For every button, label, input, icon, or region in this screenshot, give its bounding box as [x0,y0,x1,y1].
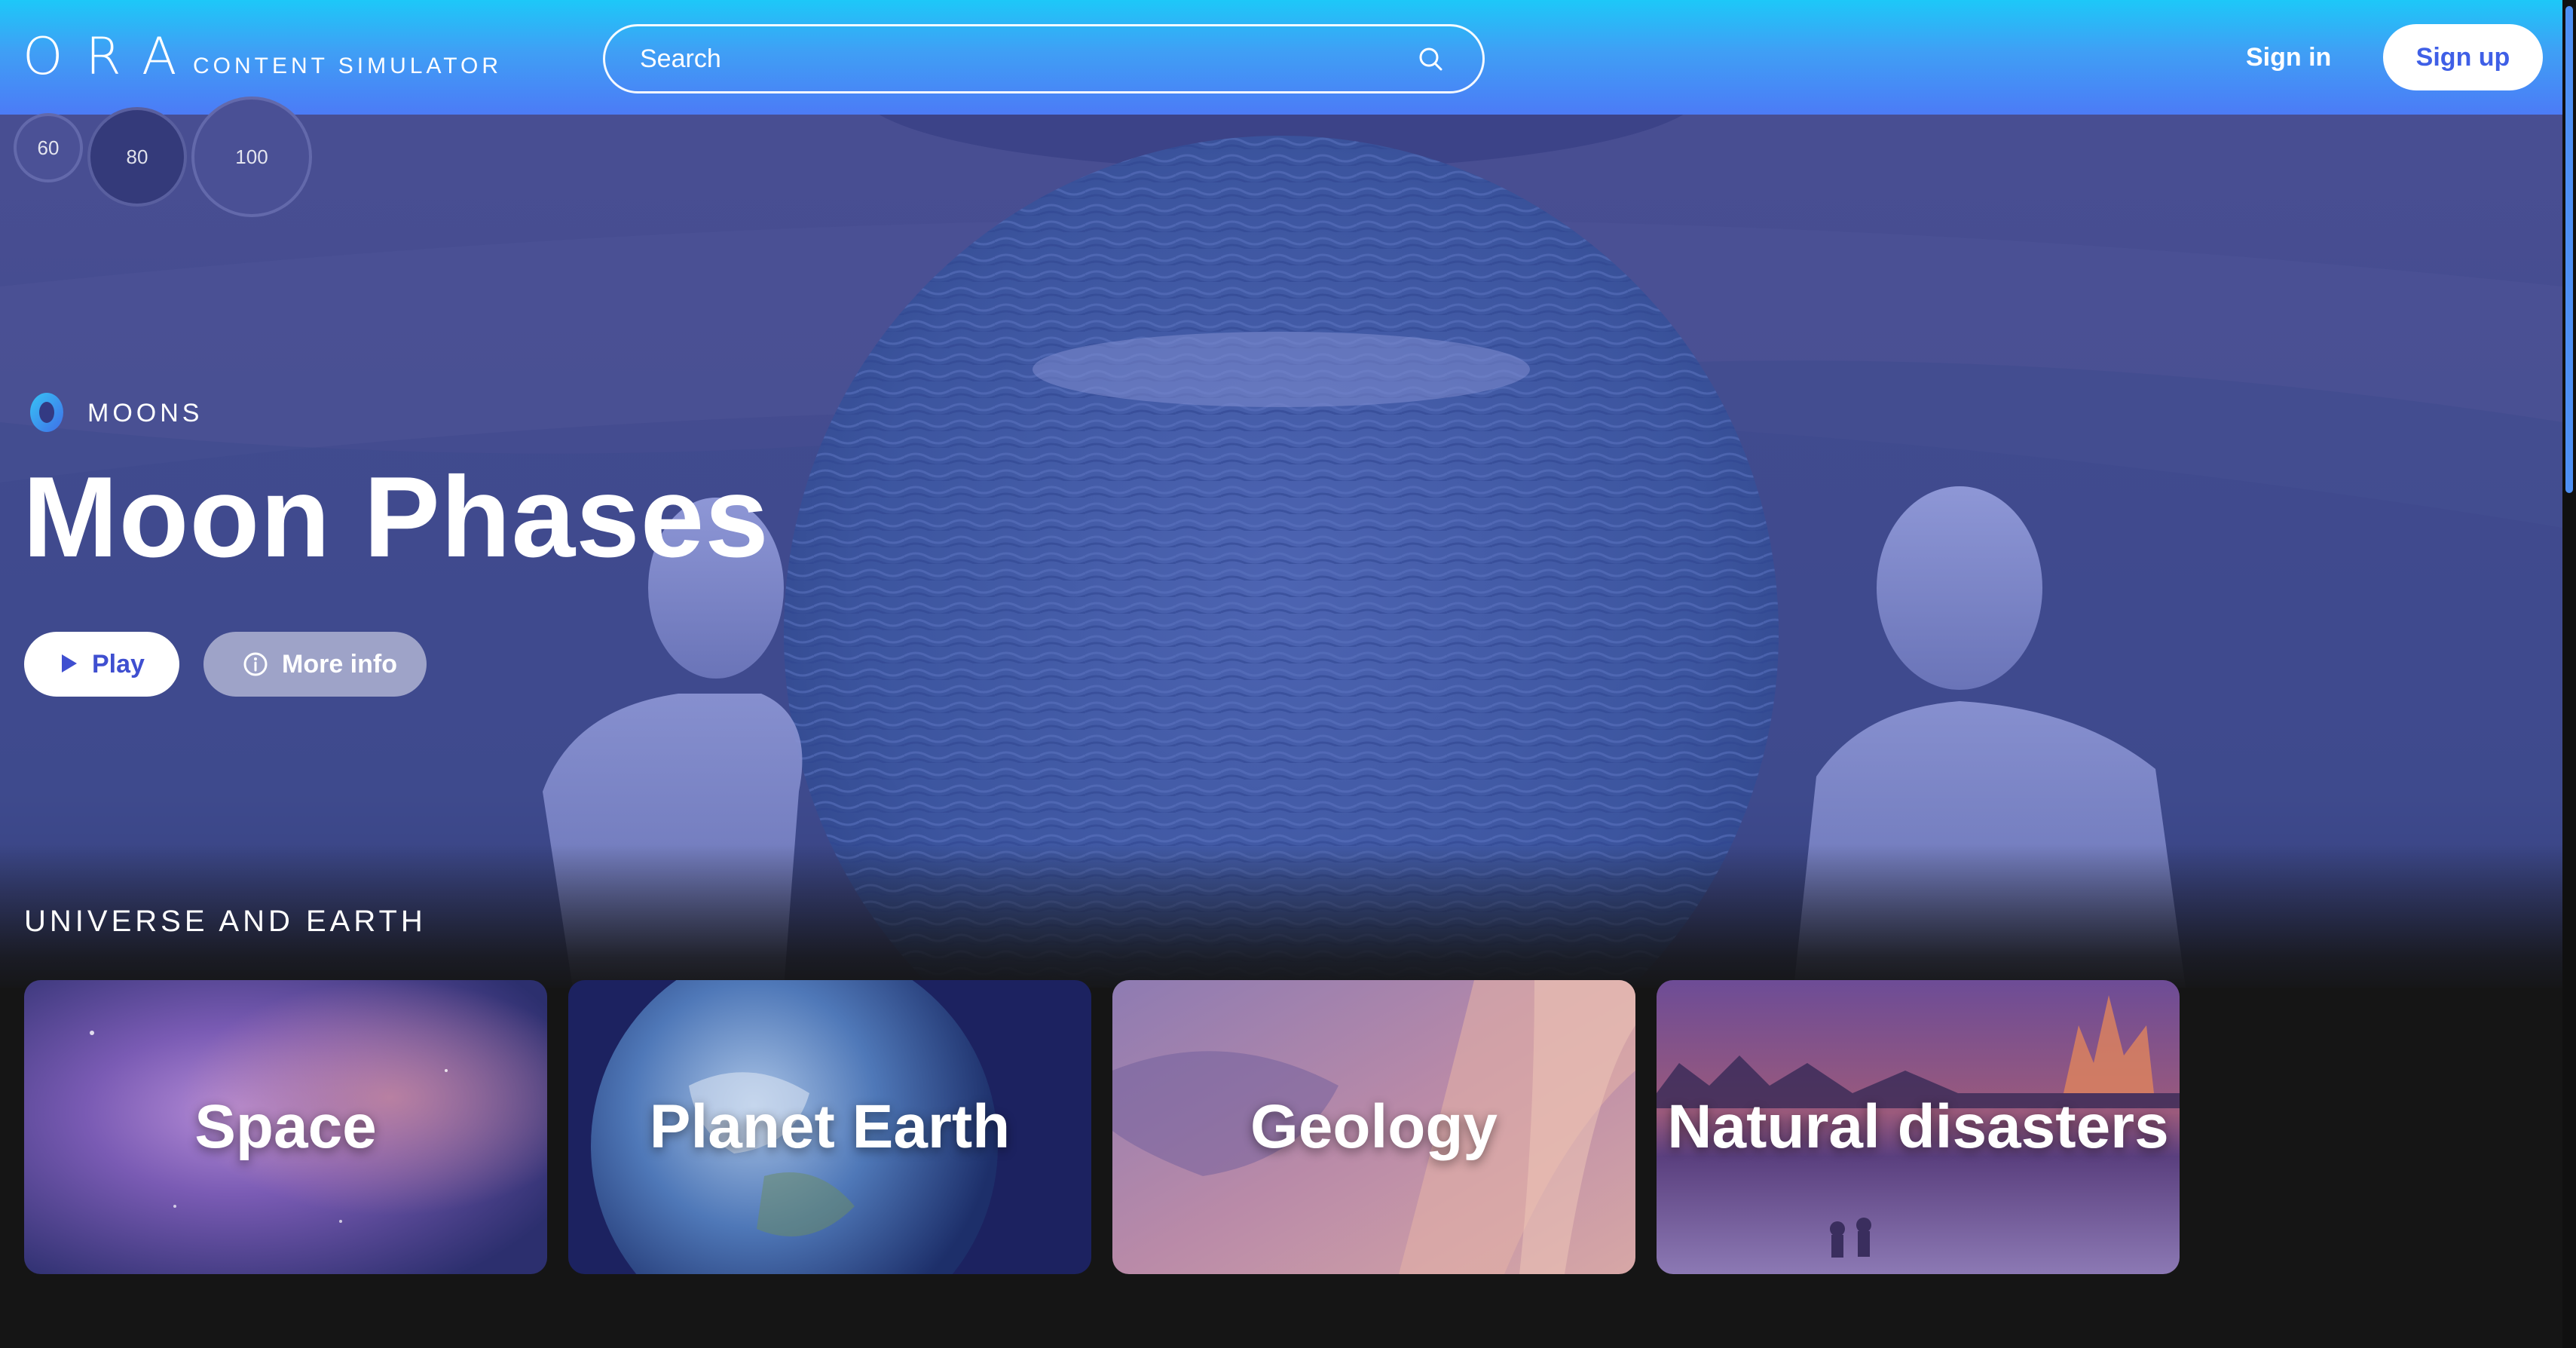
category-card-natural-disasters[interactable]: Natural disasters [1657,980,2180,1274]
quality-option-60[interactable]: 60 [14,113,83,182]
sign-up-button[interactable]: Sign up [2383,24,2543,90]
card-label: Geology [1250,1092,1498,1161]
section-title: UNIVERSE AND EARTH [24,905,427,938]
search-input[interactable] [638,26,1392,91]
moon-category-icon [30,393,63,432]
category-card-space[interactable]: Space [24,980,547,1274]
search-icon[interactable] [1418,46,1443,72]
logo[interactable]: ORA [23,27,200,87]
quality-option-80[interactable]: 80 [87,107,187,207]
scrollbar-thumb[interactable] [2565,6,2573,493]
category-card-geology[interactable]: Geology [1112,980,1635,1274]
card-label: Space [194,1092,377,1161]
play-icon [62,654,77,672]
hero-title: Moon Phases [23,453,769,581]
play-button-label: Play [92,650,145,679]
more-info-label: More info [282,650,397,679]
card-label: Natural disasters [1667,1092,2169,1161]
quality-option-100[interactable]: 100 [191,97,312,217]
info-icon [243,652,268,676]
search-box[interactable] [603,24,1485,93]
category-card-planet-earth[interactable]: Planet Earth [568,980,1091,1274]
logo-subtitle: CONTENT SIMULATOR [193,54,503,78]
hero-category: MOONS [87,399,203,427]
page: ORA CONTENT SIMULATOR Sign in Sign up 60… [0,0,2576,1348]
sign-in-link[interactable]: Sign in [2246,39,2331,75]
card-label: Planet Earth [649,1092,1011,1161]
top-bar: ORA CONTENT SIMULATOR Sign in Sign up [0,0,2562,115]
play-button[interactable]: Play [24,632,179,697]
more-info-button[interactable]: More info [203,632,427,697]
